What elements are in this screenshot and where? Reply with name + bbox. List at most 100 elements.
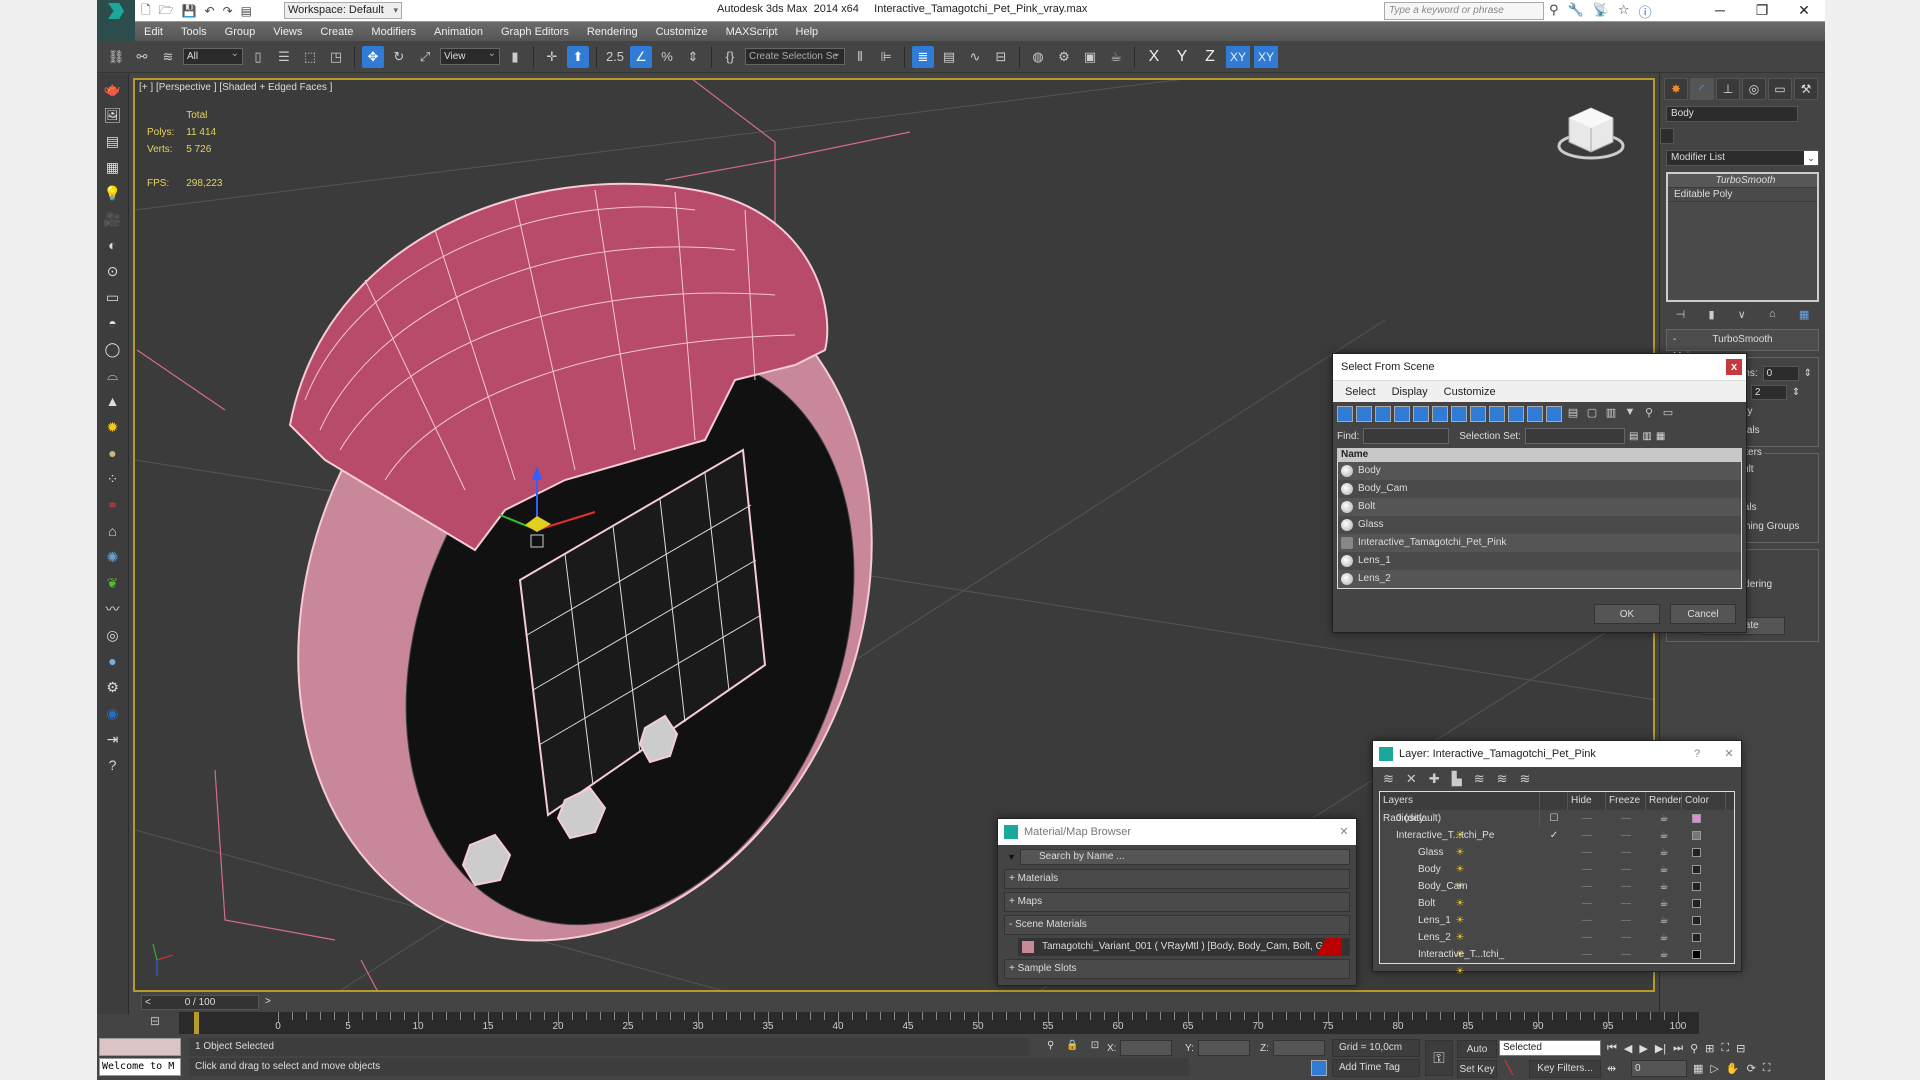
hide-toggle[interactable]: —: [1568, 844, 1606, 861]
open-file-icon[interactable]: 🗁: [159, 1, 174, 22]
select-all-icon[interactable]: ▤: [1565, 406, 1581, 422]
viewcube[interactable]: [1551, 98, 1631, 168]
configure-modifier-sets-icon[interactable]: ▦: [1799, 308, 1809, 321]
camera-icon[interactable]: 🎥: [102, 208, 124, 230]
undo-icon[interactable]: ↶: [205, 4, 215, 18]
display-lights-icon[interactable]: [1375, 406, 1391, 422]
render-teapot-icon[interactable]: ☕: [1646, 912, 1682, 929]
angle-snap-icon[interactable]: ∠: [630, 45, 652, 68]
panel-icon[interactable]: ▤: [102, 130, 124, 152]
rectangle-selection-icon[interactable]: ⬚: [299, 46, 321, 68]
material-browser-titlebar[interactable]: Material/Map Browser ✕: [998, 819, 1356, 845]
menu-animation[interactable]: Animation: [425, 26, 492, 38]
bind-to-space-warp-icon[interactable]: ≋: [157, 46, 179, 68]
isolate-selection-icon[interactable]: ⚲: [1047, 1040, 1054, 1051]
reference-coordinate-dropdown[interactable]: View: [440, 46, 500, 65]
spinner-arrows-icon[interactable]: ⇕: [1792, 387, 1800, 398]
help-icon[interactable]: ⓘ: [1639, 2, 1652, 21]
pin-stack-icon[interactable]: ⊣: [1676, 308, 1686, 321]
modify-tab-icon[interactable]: ◜: [1690, 78, 1714, 100]
layer-color-swatch[interactable]: [1682, 878, 1726, 895]
layer-color-swatch[interactable]: [1682, 861, 1726, 878]
unlink-icon[interactable]: ⚯: [131, 46, 153, 68]
select-object-icon[interactable]: ▯: [247, 46, 269, 68]
hide-unhide-all-icon[interactable]: ≋: [1497, 771, 1508, 787]
stack-item-turbosmooth[interactable]: TurboSmooth: [1668, 174, 1817, 188]
selection-filter-dropdown[interactable]: All: [183, 46, 243, 65]
layer-color-swatch[interactable]: [1682, 827, 1726, 844]
select-manipulate-icon[interactable]: ✛: [541, 46, 563, 68]
axis-y-button[interactable]: Y: [1170, 48, 1194, 66]
layer-name[interactable]: Interactive_T...tchi_Pe: [1380, 827, 1540, 844]
freeze-toggle[interactable]: —: [1606, 912, 1646, 929]
layer-color-swatch[interactable]: [1682, 895, 1726, 912]
field-of-view-icon[interactable]: ▷: [1710, 1062, 1718, 1075]
select-objects-icon[interactable]: ▙: [1452, 771, 1462, 787]
layer-color-swatch[interactable]: [1682, 929, 1726, 946]
star-icon[interactable]: ☆: [1618, 2, 1630, 21]
list-item[interactable]: Bolt: [1338, 498, 1741, 516]
axis-xy-button[interactable]: XY: [1226, 45, 1250, 68]
time-tag-icon[interactable]: [1311, 1060, 1327, 1076]
named-selection-dropdown[interactable]: Create Selection Se: [745, 46, 845, 65]
current-frame-input[interactable]: 0: [1631, 1060, 1687, 1077]
menu-customize[interactable]: Customize: [1444, 381, 1496, 402]
col-hide[interactable]: Hide: [1568, 792, 1606, 810]
default-in-out-tangent-icon[interactable]: ╲: [1505, 1060, 1513, 1076]
hide-toggle[interactable]: —: [1568, 912, 1606, 929]
axis-z-button[interactable]: Z: [1198, 48, 1222, 66]
layer-color-swatch[interactable]: [1682, 946, 1726, 963]
window-crossing-icon[interactable]: ◳: [325, 46, 347, 68]
list-item[interactable]: Interactive_Tamagotchi_Pet_Pink: [1338, 534, 1741, 552]
menu-rendering[interactable]: Rendering: [578, 26, 647, 38]
active-layer-indicator[interactable]: [1540, 895, 1568, 912]
freeze-toggle[interactable]: —: [1606, 861, 1646, 878]
close-icon[interactable]: ✕: [1721, 746, 1737, 762]
tower-icon[interactable]: ⌂: [102, 520, 124, 542]
layer-color-swatch[interactable]: [1682, 912, 1726, 929]
freeze-toggle[interactable]: —: [1606, 878, 1646, 895]
pan-view-icon[interactable]: ✋: [1726, 1062, 1740, 1075]
plane-light-icon[interactable]: ▭: [102, 286, 124, 308]
select-set-icon[interactable]: ▤: [1629, 431, 1638, 442]
render-frame-icon[interactable]: 🖼: [102, 104, 124, 126]
key-filters-button[interactable]: Key Filters...: [1529, 1060, 1601, 1078]
hide-toggle[interactable]: —: [1568, 929, 1606, 946]
selection-set-dropdown[interactable]: [1524, 428, 1625, 444]
layer-name[interactable]: 0 (default): [1380, 810, 1540, 827]
keyboard-shortcut-override-icon[interactable]: ⬆: [567, 45, 589, 68]
ambient-light-icon[interactable]: ●: [102, 442, 124, 464]
axis-x-button[interactable]: X: [1142, 48, 1166, 66]
render-teapot-icon[interactable]: ☕: [1646, 929, 1682, 946]
app-menu-button[interactable]: [97, 0, 135, 22]
menu-graph-editors[interactable]: Graph Editors: [492, 26, 578, 38]
axis-xy-cycle-button[interactable]: XY: [1254, 45, 1278, 68]
help-circle-icon[interactable]: ?: [102, 754, 124, 776]
infocenter-search[interactable]: Type a keyword or phrase: [1384, 2, 1544, 20]
select-and-rotate-icon[interactable]: ↻: [388, 46, 410, 68]
layer-row[interactable]: Body — — ☕ ☀: [1380, 861, 1734, 892]
render-teapot-icon[interactable]: ☕: [1646, 946, 1682, 963]
layer-name[interactable]: Body: [1380, 861, 1540, 878]
modifier-list-dropdown[interactable]: Modifier List ⌄: [1666, 150, 1819, 166]
close-icon[interactable]: ✕: [1336, 824, 1352, 840]
proxy-icon[interactable]: ⁘: [102, 468, 124, 490]
create-tab-icon[interactable]: ✸: [1664, 78, 1688, 100]
scene-explorer-icon[interactable]: ▤: [938, 46, 960, 68]
maxscript-listener-mini[interactable]: [99, 1038, 181, 1056]
hide-toggle[interactable]: —: [1568, 810, 1606, 827]
vfb-icon[interactable]: ◉: [102, 702, 124, 724]
col-color[interactable]: Color: [1682, 792, 1726, 810]
cancel-button[interactable]: Cancel: [1670, 604, 1736, 624]
select-and-scale-icon[interactable]: ⤢: [414, 46, 436, 68]
add-to-layer-icon[interactable]: ✚: [1429, 771, 1440, 787]
layer-row[interactable]: Lens_1— — ☕ ☀: [1380, 912, 1734, 943]
highlight-layer-icon[interactable]: ≋: [1474, 771, 1485, 787]
menu-group[interactable]: Group: [216, 26, 265, 38]
track-bar[interactable]: 0 5 10 15 20 25 30 35 40 45 50 55 60 65 70 75 80 85 90 95 10…: [179, 1012, 1699, 1034]
object-color-swatch[interactable]: [1660, 128, 1674, 144]
time-configuration-icon[interactable]: ▦: [1693, 1062, 1703, 1075]
prev-frame-button[interactable]: <: [145, 996, 151, 1009]
menu-views[interactable]: Views: [264, 26, 311, 38]
freeze-toggle[interactable]: —: [1606, 929, 1646, 946]
